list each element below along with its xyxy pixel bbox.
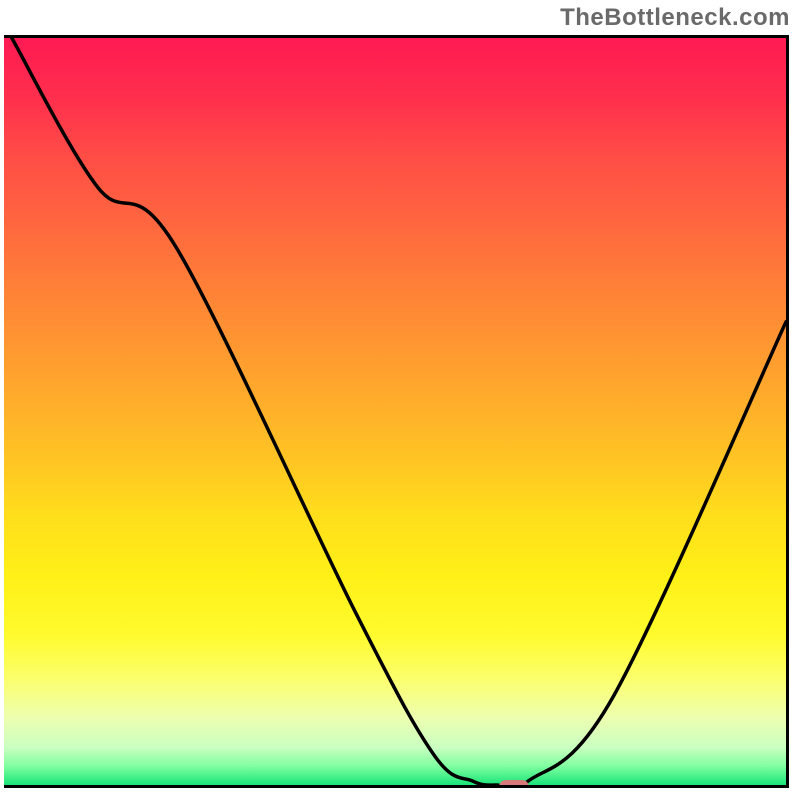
watermark-text: TheBottleneck.com — [560, 4, 790, 32]
bottleneck-curve-path — [12, 38, 786, 785]
bottleneck-curve — [4, 38, 786, 785]
chart-container: TheBottleneck.com — [0, 0, 800, 800]
plot-area — [4, 35, 789, 788]
optimal-marker — [499, 780, 529, 788]
